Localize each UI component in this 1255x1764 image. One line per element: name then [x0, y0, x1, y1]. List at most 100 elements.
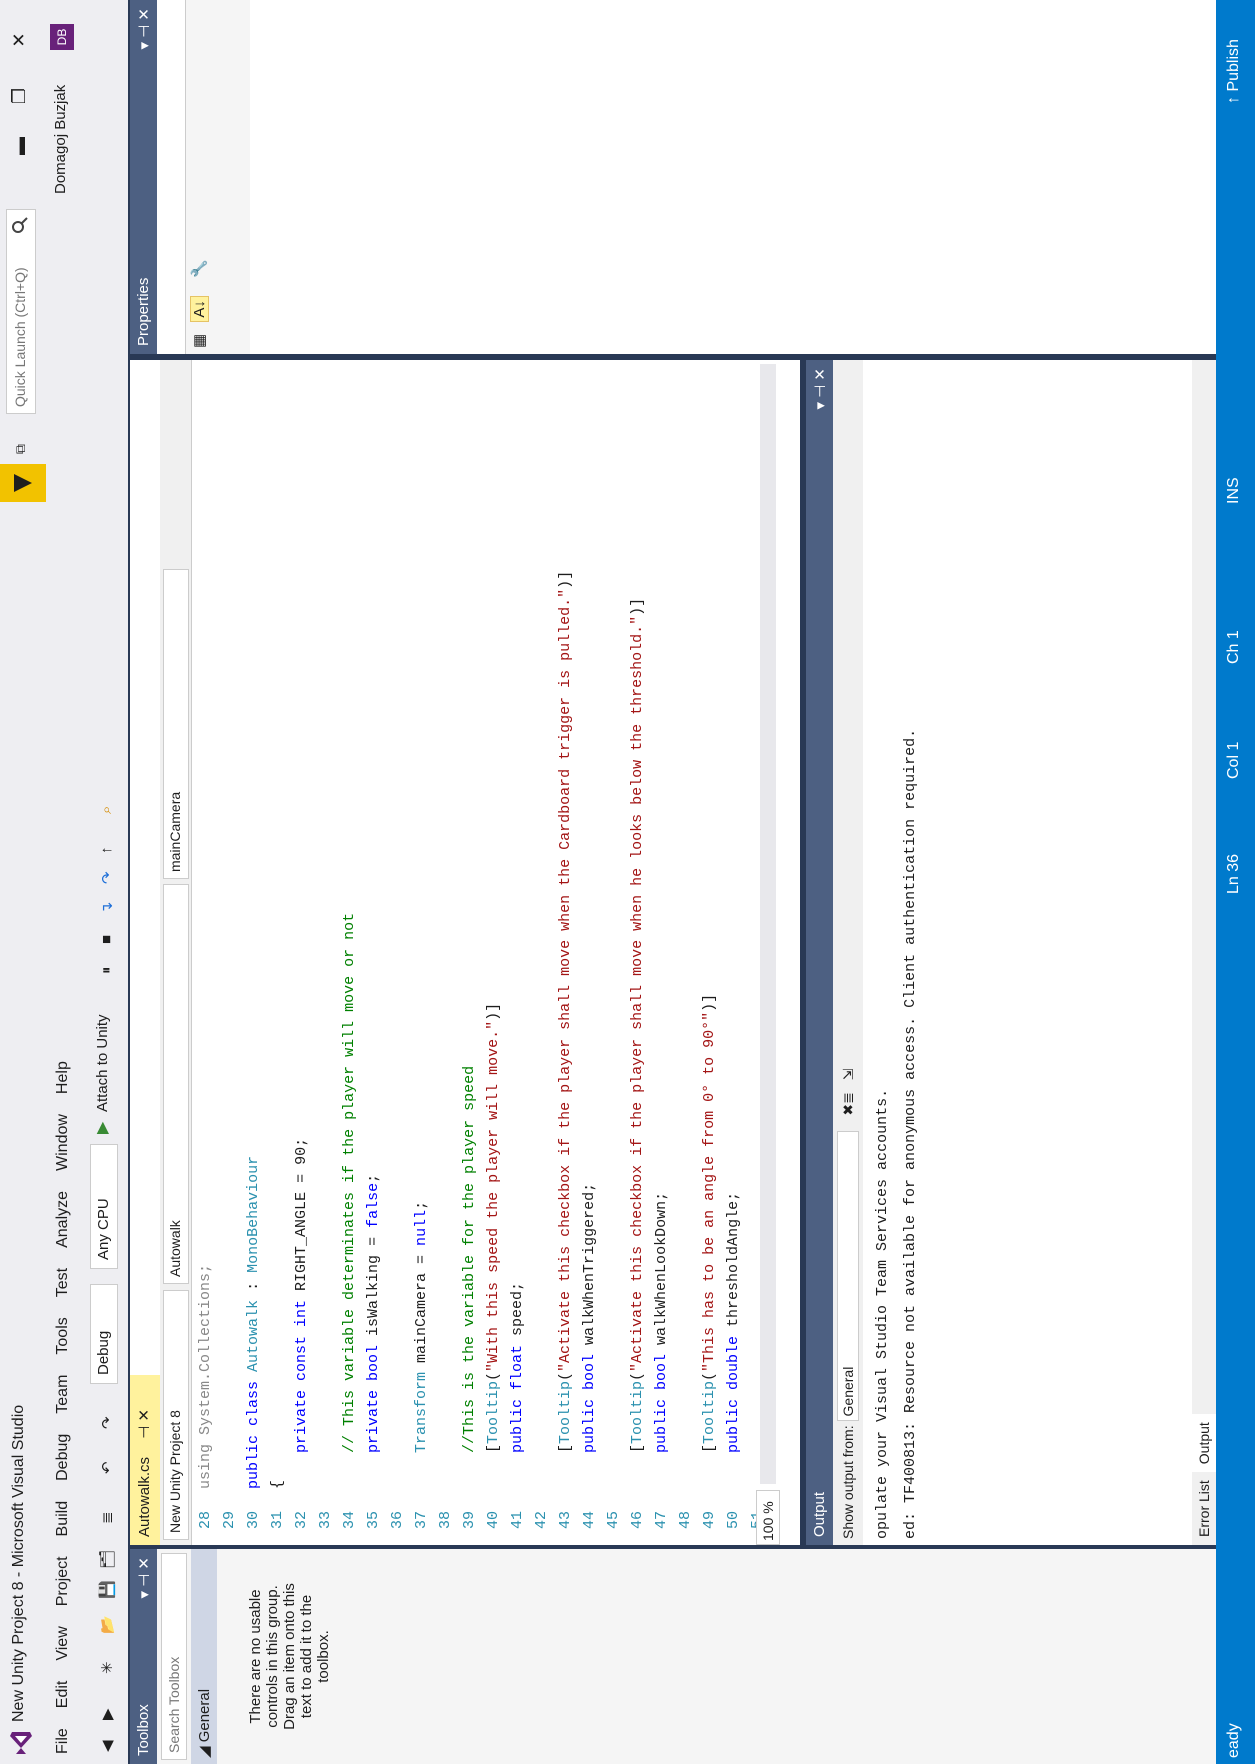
- code-line: 43 [Tooltip("Activate this checkbox if t…: [554, 360, 578, 1545]
- code-text: Transform mainCamera = null;: [413, 1200, 430, 1453]
- line-number: 49: [701, 1511, 718, 1530]
- output-toolbar: Show output from: General ✖≣ ⇲: [833, 360, 863, 1545]
- menu-help[interactable]: Help: [48, 1051, 80, 1104]
- back-icon[interactable]: ◀: [98, 1734, 116, 1752]
- line-number: 31: [269, 1511, 286, 1530]
- show-output-label: Show output from:: [840, 1425, 856, 1539]
- step-over-icon[interactable]: ↷: [98, 866, 116, 884]
- toolbox-panel: Toolbox ▾ ⊣ ✕ Search Toolbox ◢ General T…: [130, 1549, 1216, 1764]
- output-header: Output ▾ ⊣ ✕: [806, 360, 833, 1545]
- properties-panel: Properties ▾ ⊣ ✕ ▦ A↓ 🔧: [130, 0, 1216, 354]
- user-name[interactable]: Domagoj Buzjak: [52, 85, 69, 194]
- search-icon[interactable]: [11, 216, 29, 234]
- word-wrap-icon[interactable]: ⇲: [840, 1069, 856, 1081]
- minimize-button[interactable]: ▬: [4, 128, 34, 164]
- menu-file[interactable]: File: [48, 1718, 80, 1764]
- code-text: [Tooltip("Activate this checkbox if the …: [557, 570, 574, 1489]
- step-out-icon[interactable]: ↑: [98, 836, 116, 855]
- tab-output[interactable]: Output: [1192, 1414, 1216, 1473]
- open-file-icon[interactable]: 📂: [98, 1615, 116, 1634]
- stop-icon[interactable]: ■: [98, 926, 116, 944]
- menu-test[interactable]: Test: [48, 1258, 80, 1307]
- close-icon[interactable]: ▾ ⊣ ✕: [811, 368, 829, 410]
- step-into-icon[interactable]: ↴: [98, 896, 116, 914]
- property-pages-icon[interactable]: 🔧: [191, 259, 208, 278]
- toolbox-search-input[interactable]: Search Toolbox: [161, 1553, 187, 1760]
- attach-button[interactable]: Attach to Unity: [94, 1014, 111, 1112]
- menu-window[interactable]: Window: [48, 1104, 80, 1181]
- redo-icon[interactable]: ↷: [98, 1411, 116, 1429]
- new-project-icon[interactable]: ✳: [98, 1656, 116, 1674]
- code-line: 40 [Tooltip("With this speed the player …: [482, 360, 506, 1545]
- output-source-dropdown[interactable]: General: [837, 1131, 859, 1422]
- categorized-icon[interactable]: ▦: [191, 334, 208, 348]
- play-icon[interactable]: ▶: [92, 1122, 112, 1134]
- restore-button[interactable]: ❐: [4, 78, 34, 114]
- tab-error-list[interactable]: Error List: [1192, 1472, 1216, 1545]
- code-text: [Tooltip("With this speed the player wil…: [485, 1002, 502, 1489]
- status-column: Col 1: [1225, 741, 1242, 779]
- feedback-icon[interactable]: ⧉: [12, 444, 29, 454]
- window-title: New Unity Project 8 - Microsoft Visual S…: [10, 1404, 27, 1722]
- line-number: 32: [293, 1511, 310, 1530]
- platform-dropdown[interactable]: Any CPU: [90, 1144, 118, 1269]
- toolbox-group[interactable]: ◢ General: [191, 1549, 217, 1764]
- code-line: 32 private const int RIGHT_ANGLE = 90;: [290, 360, 314, 1545]
- menu-build[interactable]: Build: [48, 1491, 80, 1547]
- find-icon[interactable]: ⌕: [98, 796, 116, 814]
- line-number: 44: [581, 1511, 598, 1530]
- save-icon[interactable]: 💾: [98, 1580, 116, 1599]
- status-ready: eady: [1225, 1723, 1242, 1758]
- code-area[interactable]: 28 using System.Collections; 29 30 public cl…: [194, 360, 766, 1545]
- code-line: 39 //This is the variable for the player…: [458, 360, 482, 1545]
- line-number: 40: [485, 1511, 502, 1530]
- menu-edit[interactable]: Edit: [48, 1671, 80, 1719]
- forward-icon[interactable]: ▶: [98, 1702, 116, 1720]
- horizontal-scrollbar[interactable]: [760, 364, 776, 1484]
- alphabetical-icon[interactable]: A↓: [190, 296, 209, 322]
- class-dropdown[interactable]: Autowalk: [163, 884, 189, 1284]
- code-text: // This variable determinates if the pla…: [341, 912, 358, 1453]
- pause-icon[interactable]: ⏸: [98, 956, 116, 974]
- close-icon[interactable]: ▾ ⊣ ✕: [135, 8, 153, 50]
- status-line: Ln 36: [1225, 853, 1242, 894]
- code-text: [Tooltip("Activate this checkbox if the …: [629, 597, 646, 1489]
- clear-all-icon[interactable]: ✖≣: [840, 1092, 856, 1115]
- member-dropdown[interactable]: mainCamera: [163, 569, 189, 879]
- menu-analyze[interactable]: Analyze: [48, 1181, 80, 1258]
- code-line: 49 [Tooltip("This has to be an angle fro…: [698, 360, 722, 1545]
- avatar[interactable]: DB: [50, 24, 74, 50]
- quick-launch-input[interactable]: Quick Launch (Ctrl+Q): [6, 209, 36, 414]
- line-number: 39: [461, 1511, 478, 1530]
- line-number: 37: [413, 1511, 430, 1530]
- code-text: public float speed;: [509, 1281, 526, 1453]
- properties-object-dropdown[interactable]: [157, 0, 186, 354]
- comment-icon[interactable]: ≣: [98, 1506, 116, 1524]
- publish-button[interactable]: ↑ Publish: [1225, 39, 1243, 104]
- menu-view[interactable]: View: [48, 1616, 80, 1670]
- properties-header: Properties ▾ ⊣ ✕: [130, 0, 157, 354]
- properties-toolbar: ▦ A↓ 🔧: [186, 0, 212, 354]
- menu-team[interactable]: Team: [48, 1365, 80, 1424]
- unity-flag-icon[interactable]: [0, 464, 46, 502]
- config-dropdown[interactable]: Debug: [90, 1284, 118, 1384]
- menu-project[interactable]: Project: [48, 1546, 80, 1616]
- visual-studio-logo-icon: [10, 1732, 32, 1754]
- code-line: 41 public float speed;: [506, 360, 530, 1545]
- output-tab-strip: Error List Output: [1192, 360, 1216, 1545]
- line-number: 35: [365, 1511, 382, 1530]
- close-icon[interactable]: ▾ ⊣ ✕: [135, 1557, 153, 1599]
- menu-tools[interactable]: Tools: [48, 1307, 80, 1364]
- code-line: 36: [386, 360, 410, 1545]
- close-button[interactable]: ✕: [4, 22, 34, 58]
- close-icon[interactable]: ⊣ ✕: [136, 1409, 153, 1439]
- save-all-icon[interactable]: 🗂: [98, 1550, 116, 1569]
- undo-icon[interactable]: ↶: [98, 1456, 116, 1474]
- code-line: 42: [530, 360, 554, 1545]
- zoom-dropdown[interactable]: 100 %: [756, 1490, 780, 1545]
- menu-debug[interactable]: Debug: [48, 1424, 80, 1491]
- code-text: {: [269, 1479, 286, 1489]
- toolbox-header: Toolbox ▾ ⊣ ✕: [130, 1549, 157, 1764]
- project-dropdown[interactable]: New Unity Project 8: [163, 1290, 189, 1540]
- tab-autowalk[interactable]: Autowalk.cs ⊣ ✕: [130, 1375, 160, 1545]
